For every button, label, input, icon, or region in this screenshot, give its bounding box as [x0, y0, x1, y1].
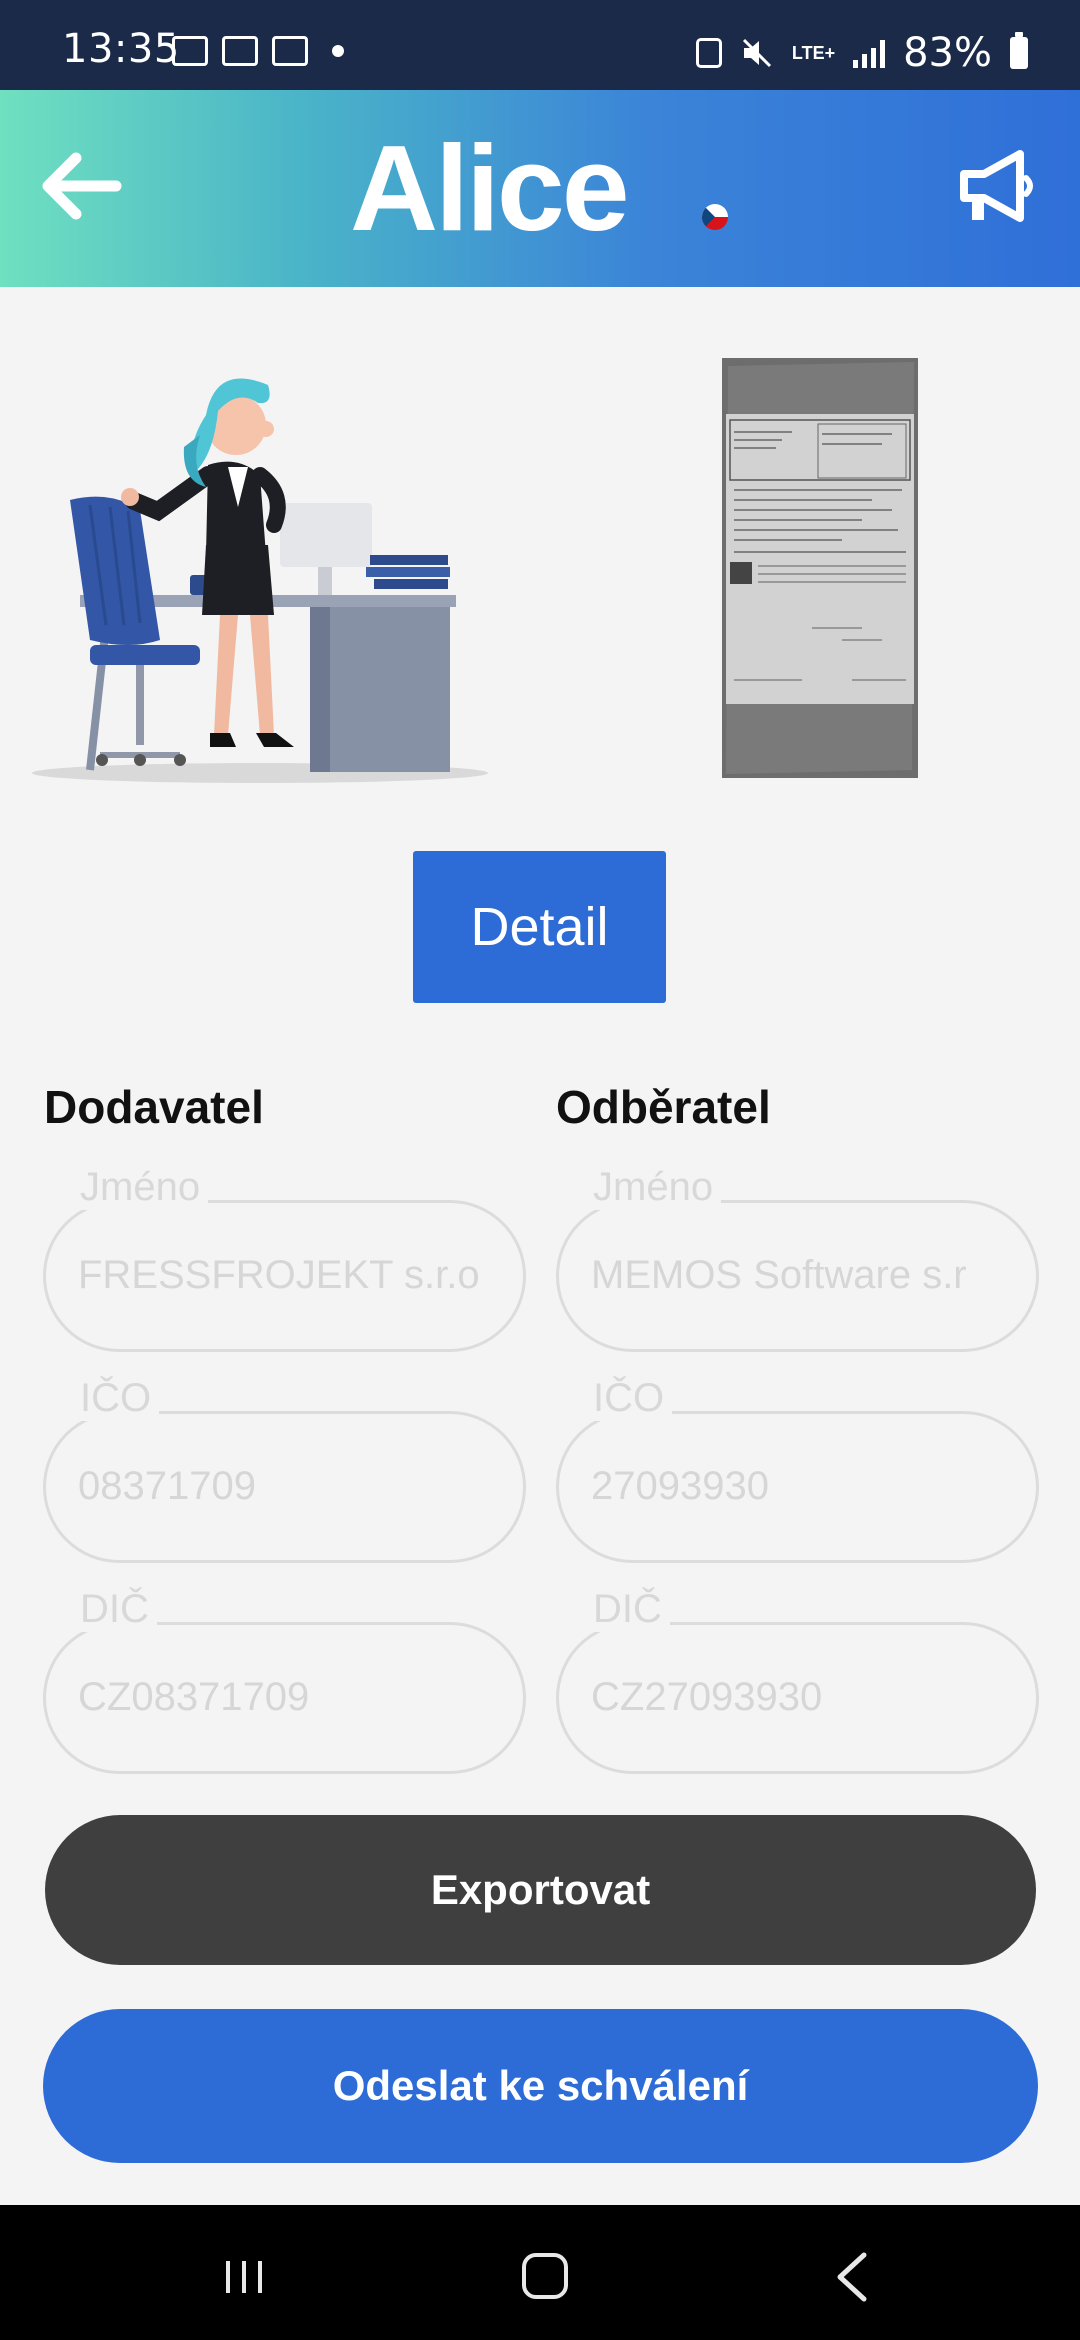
detail-button[interactable]: Detail	[413, 851, 666, 1003]
field-label: Jméno	[72, 1165, 209, 1210]
arrow-left-icon[interactable]	[36, 146, 126, 226]
system-status: LTE+ 83%	[695, 30, 1028, 76]
customer-ico-field[interactable]: IČO 27093930	[556, 1376, 1039, 1563]
battery-icon	[1010, 32, 1028, 69]
field-label: DIČ	[585, 1587, 670, 1632]
field-value: 27093930	[591, 1464, 769, 1508]
recent-apps-icon[interactable]	[222, 2257, 266, 2297]
field-value: CZ08371709	[78, 1675, 310, 1719]
status-bar: 13:35 LTE+ 83%	[0, 0, 1080, 90]
image-icon	[222, 36, 258, 66]
czech-flag-icon	[702, 204, 728, 230]
dot-icon	[332, 45, 344, 57]
customer-name-field[interactable]: Jméno MEMOS Software s.r	[556, 1165, 1039, 1352]
supplier-title: Dodavatel	[44, 1081, 264, 1133]
supplier-ico-field[interactable]: IČO 08371709	[43, 1376, 526, 1563]
document-thumbnail[interactable]	[722, 358, 918, 778]
home-icon[interactable]	[522, 2253, 568, 2299]
send-for-approval-button[interactable]: Odeslat ke schválení	[43, 2009, 1038, 2163]
field-value: CZ27093930	[591, 1675, 823, 1719]
app-bar: Alice	[0, 90, 1080, 287]
export-button[interactable]: Exportovat	[45, 1815, 1036, 1965]
field-label: Jméno	[585, 1165, 722, 1210]
outlook-icon	[172, 36, 208, 66]
notification-icons	[172, 36, 344, 66]
navigation-bar	[0, 2205, 1080, 2340]
field-value: MEMOS Software s.r	[591, 1253, 967, 1297]
mute-icon	[742, 38, 771, 68]
megaphone-icon[interactable]	[956, 146, 1042, 226]
office-illustration	[32, 378, 488, 783]
field-label: IČO	[72, 1376, 160, 1421]
field-label: DIČ	[72, 1587, 157, 1632]
field-label: IČO	[585, 1376, 673, 1421]
outlook-icon	[272, 36, 308, 66]
field-value: FRESSFROJEKT s.r.o	[78, 1253, 480, 1297]
lte-icon: LTE+	[791, 43, 836, 63]
customer-dic-field[interactable]: DIČ CZ27093930	[556, 1587, 1039, 1774]
app-logo: Alice	[350, 120, 630, 256]
customer-title: Odběratel	[556, 1081, 771, 1133]
signal-icon	[853, 38, 886, 68]
status-time: 13:35	[62, 26, 180, 72]
back-icon[interactable]	[832, 2251, 872, 2303]
field-value: 08371709	[78, 1464, 256, 1508]
supplier-dic-field[interactable]: DIČ CZ08371709	[43, 1587, 526, 1774]
battery-percentage: 83%	[903, 30, 992, 76]
nfc-icon	[695, 38, 722, 68]
supplier-name-field[interactable]: Jméno FRESSFROJEKT s.r.o	[43, 1165, 526, 1352]
